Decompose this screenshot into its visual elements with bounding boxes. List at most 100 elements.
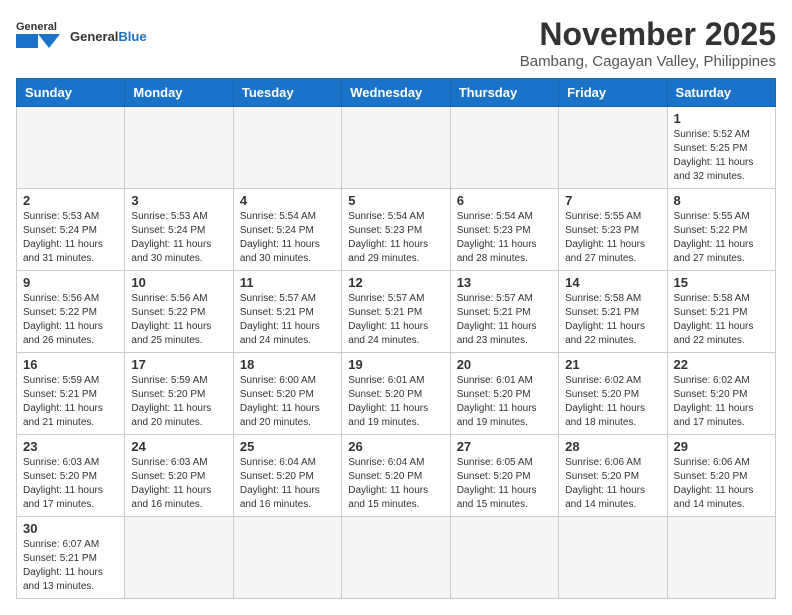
- day-number: 3: [131, 193, 226, 208]
- day-info: Sunrise: 5:53 AM Sunset: 5:24 PM Dayligh…: [23, 210, 118, 266]
- day-info: Sunrise: 5:54 AM Sunset: 5:24 PM Dayligh…: [240, 210, 335, 266]
- title-area: November 2025 Bambang, Cagayan Valley, P…: [520, 16, 776, 70]
- day-number: 11: [240, 275, 335, 290]
- calendar-day-cell: 27 Sunrise: 6:05 AM Sunset: 5:20 PM Dayli…: [450, 435, 558, 517]
- day-info: Sunrise: 6:07 AM Sunset: 5:21 PM Dayligh…: [23, 538, 118, 594]
- day-info: Sunrise: 6:02 AM Sunset: 5:20 PM Dayligh…: [565, 374, 660, 430]
- calendar-day-cell: [559, 517, 667, 599]
- day-number: 25: [240, 439, 335, 454]
- day-number: 9: [23, 275, 118, 290]
- day-info: Sunrise: 6:05 AM Sunset: 5:20 PM Dayligh…: [457, 456, 552, 512]
- calendar-day-cell: 26 Sunrise: 6:04 AM Sunset: 5:20 PM Dayli…: [342, 435, 450, 517]
- page-header: General GeneralBlue November 2025 Bamban…: [16, 16, 776, 70]
- calendar-day-cell: 17 Sunrise: 5:59 AM Sunset: 5:20 PM Dayli…: [125, 353, 233, 435]
- calendar-day-cell: [125, 517, 233, 599]
- day-info: Sunrise: 6:00 AM Sunset: 5:20 PM Dayligh…: [240, 374, 335, 430]
- calendar-day-cell: [233, 107, 341, 189]
- calendar-day-cell: 29 Sunrise: 6:06 AM Sunset: 5:20 PM Dayli…: [667, 435, 775, 517]
- day-info: Sunrise: 5:53 AM Sunset: 5:24 PM Dayligh…: [131, 210, 226, 266]
- calendar-day-cell: 18 Sunrise: 6:00 AM Sunset: 5:20 PM Dayli…: [233, 353, 341, 435]
- calendar-day-cell: 4 Sunrise: 5:54 AM Sunset: 5:24 PM Daylig…: [233, 189, 341, 271]
- day-info: Sunrise: 6:01 AM Sunset: 5:20 PM Dayligh…: [457, 374, 552, 430]
- day-number: 12: [348, 275, 443, 290]
- day-info: Sunrise: 6:04 AM Sunset: 5:20 PM Dayligh…: [240, 456, 335, 512]
- calendar-week-row: 1Sunrise: 5:52 AM Sunset: 5:25 PM Daylig…: [17, 107, 776, 189]
- day-number: 4: [240, 193, 335, 208]
- day-info: Sunrise: 6:01 AM Sunset: 5:20 PM Dayligh…: [348, 374, 443, 430]
- day-number: 24: [131, 439, 226, 454]
- day-of-week-header: Tuesday: [233, 79, 341, 107]
- calendar-day-cell: 8 Sunrise: 5:55 AM Sunset: 5:22 PM Daylig…: [667, 189, 775, 271]
- calendar-week-row: 23 Sunrise: 6:03 AM Sunset: 5:20 PM Dayli…: [17, 435, 776, 517]
- calendar-header-row: SundayMondayTuesdayWednesdayThursdayFrid…: [17, 79, 776, 107]
- day-number: 29: [674, 439, 769, 454]
- calendar-table: SundayMondayTuesdayWednesdayThursdayFrid…: [16, 78, 776, 599]
- day-info: Sunrise: 5:55 AM Sunset: 5:22 PM Dayligh…: [674, 210, 769, 266]
- day-info: Sunrise: 5:56 AM Sunset: 5:22 PM Dayligh…: [131, 292, 226, 348]
- day-number: 10: [131, 275, 226, 290]
- calendar-day-cell: 13 Sunrise: 5:57 AM Sunset: 5:21 PM Dayli…: [450, 271, 558, 353]
- day-number: 15: [674, 275, 769, 290]
- calendar-day-cell: 10 Sunrise: 5:56 AM Sunset: 5:22 PM Dayli…: [125, 271, 233, 353]
- day-of-week-header: Saturday: [667, 79, 775, 107]
- calendar-day-cell: 25 Sunrise: 6:04 AM Sunset: 5:20 PM Dayli…: [233, 435, 341, 517]
- day-info: Sunrise: 6:03 AM Sunset: 5:20 PM Dayligh…: [131, 456, 226, 512]
- calendar-day-cell: 23 Sunrise: 6:03 AM Sunset: 5:20 PM Dayli…: [17, 435, 125, 517]
- calendar-day-cell: [450, 107, 558, 189]
- day-of-week-header: Wednesday: [342, 79, 450, 107]
- calendar-day-cell: 5 Sunrise: 5:54 AM Sunset: 5:23 PM Daylig…: [342, 189, 450, 271]
- day-number: 19: [348, 357, 443, 372]
- calendar-day-cell: [450, 517, 558, 599]
- day-of-week-header: Thursday: [450, 79, 558, 107]
- day-number: 27: [457, 439, 552, 454]
- day-number: 18: [240, 357, 335, 372]
- day-info: Sunrise: 5:57 AM Sunset: 5:21 PM Dayligh…: [348, 292, 443, 348]
- day-info: Sunrise: 5:57 AM Sunset: 5:21 PM Dayligh…: [457, 292, 552, 348]
- calendar-day-cell: [342, 107, 450, 189]
- calendar-day-cell: [17, 107, 125, 189]
- day-info: Sunrise: 5:54 AM Sunset: 5:23 PM Dayligh…: [348, 210, 443, 266]
- calendar-week-row: 2Sunrise: 5:53 AM Sunset: 5:24 PM Daylig…: [17, 189, 776, 271]
- calendar-day-cell: 7 Sunrise: 5:55 AM Sunset: 5:23 PM Daylig…: [559, 189, 667, 271]
- calendar-day-cell: 1Sunrise: 5:52 AM Sunset: 5:25 PM Daylig…: [667, 107, 775, 189]
- calendar-day-cell: 11Sunrise: 5:57 AM Sunset: 5:21 PM Dayli…: [233, 271, 341, 353]
- calendar-day-cell: [342, 517, 450, 599]
- calendar-day-cell: 20 Sunrise: 6:01 AM Sunset: 5:20 PM Dayli…: [450, 353, 558, 435]
- month-title: November 2025: [520, 16, 776, 53]
- calendar-day-cell: [559, 107, 667, 189]
- day-info: Sunrise: 6:06 AM Sunset: 5:20 PM Dayligh…: [674, 456, 769, 512]
- calendar-day-cell: [233, 517, 341, 599]
- day-info: Sunrise: 5:58 AM Sunset: 5:21 PM Dayligh…: [565, 292, 660, 348]
- logo-label: GeneralBlue: [70, 29, 147, 44]
- calendar-day-cell: 14Sunrise: 5:58 AM Sunset: 5:21 PM Dayli…: [559, 271, 667, 353]
- calendar-day-cell: 9 Sunrise: 5:56 AM Sunset: 5:22 PM Daylig…: [17, 271, 125, 353]
- day-number: 20: [457, 357, 552, 372]
- calendar-week-row: 16Sunrise: 5:59 AM Sunset: 5:21 PM Dayli…: [17, 353, 776, 435]
- day-number: 7: [565, 193, 660, 208]
- day-info: Sunrise: 5:59 AM Sunset: 5:20 PM Dayligh…: [131, 374, 226, 430]
- day-number: 30: [23, 521, 118, 536]
- day-number: 8: [674, 193, 769, 208]
- svg-text:General: General: [16, 21, 57, 33]
- day-number: 5: [348, 193, 443, 208]
- day-info: Sunrise: 5:55 AM Sunset: 5:23 PM Dayligh…: [565, 210, 660, 266]
- day-number: 22: [674, 357, 769, 372]
- day-number: 13: [457, 275, 552, 290]
- day-number: 26: [348, 439, 443, 454]
- calendar-day-cell: [125, 107, 233, 189]
- day-number: 21: [565, 357, 660, 372]
- calendar-day-cell: 16Sunrise: 5:59 AM Sunset: 5:21 PM Dayli…: [17, 353, 125, 435]
- day-info: Sunrise: 6:03 AM Sunset: 5:20 PM Dayligh…: [23, 456, 118, 512]
- calendar-day-cell: [667, 517, 775, 599]
- day-info: Sunrise: 5:56 AM Sunset: 5:22 PM Dayligh…: [23, 292, 118, 348]
- calendar-day-cell: 6Sunrise: 5:54 AM Sunset: 5:23 PM Daylig…: [450, 189, 558, 271]
- logo: General GeneralBlue: [16, 16, 147, 56]
- location-subtitle: Bambang, Cagayan Valley, Philippines: [520, 53, 776, 70]
- day-info: Sunrise: 6:04 AM Sunset: 5:20 PM Dayligh…: [348, 456, 443, 512]
- calendar-day-cell: 19 Sunrise: 6:01 AM Sunset: 5:20 PM Dayli…: [342, 353, 450, 435]
- day-number: 17: [131, 357, 226, 372]
- calendar-day-cell: 15Sunrise: 5:58 AM Sunset: 5:21 PM Dayli…: [667, 271, 775, 353]
- day-number: 16: [23, 357, 118, 372]
- day-number: 23: [23, 439, 118, 454]
- calendar-day-cell: 2Sunrise: 5:53 AM Sunset: 5:24 PM Daylig…: [17, 189, 125, 271]
